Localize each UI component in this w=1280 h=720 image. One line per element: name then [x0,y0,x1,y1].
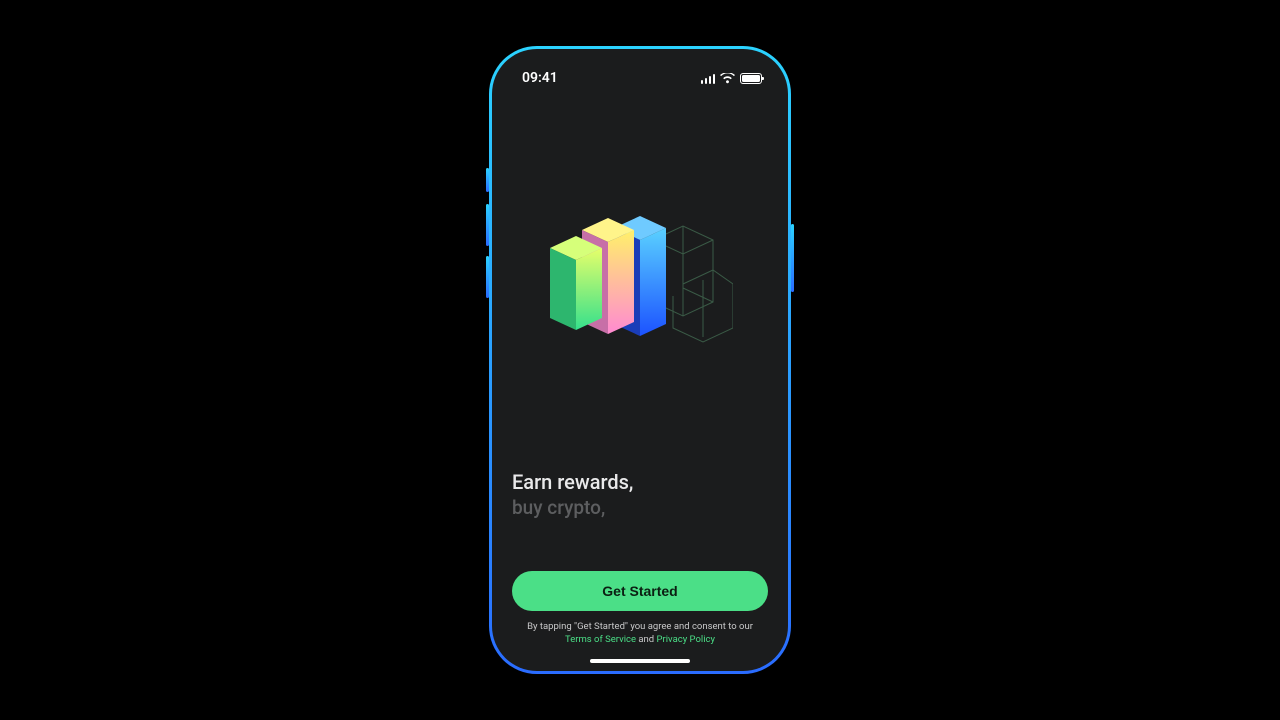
phone-power-button [791,224,794,292]
status-time: 09:41 [522,70,558,86]
battery-icon [740,73,762,84]
phone-volume-up [486,204,489,246]
home-indicator[interactable] [590,659,690,663]
privacy-policy-link[interactable]: Privacy Policy [657,634,715,645]
status-bar: 09:41 [492,49,788,93]
phone-side-button [486,168,489,192]
get-started-button[interactable]: Get Started [512,571,768,611]
onboarding-content: Earn rewards, buy crypto, Get Started By… [492,93,788,671]
tagline-secondary: buy crypto, [512,496,768,519]
phone-volume-down [486,256,489,298]
tagline-primary: Earn rewards, [512,470,768,494]
hero-illustration [512,93,768,466]
phone-screen: 09:41 [492,49,788,671]
cellular-signal-icon [701,73,716,84]
legal-and: and [636,634,656,645]
terms-of-service-link[interactable]: Terms of Service [565,634,636,645]
legal-text: By tapping "Get Started" you agree and c… [512,621,768,647]
wifi-icon [720,73,735,84]
crypto-chart-3d-icon [548,212,733,357]
legal-prefix: By tapping "Get Started" you agree and c… [527,621,753,632]
phone-frame: 09:41 [489,46,791,674]
status-icons [701,73,763,84]
